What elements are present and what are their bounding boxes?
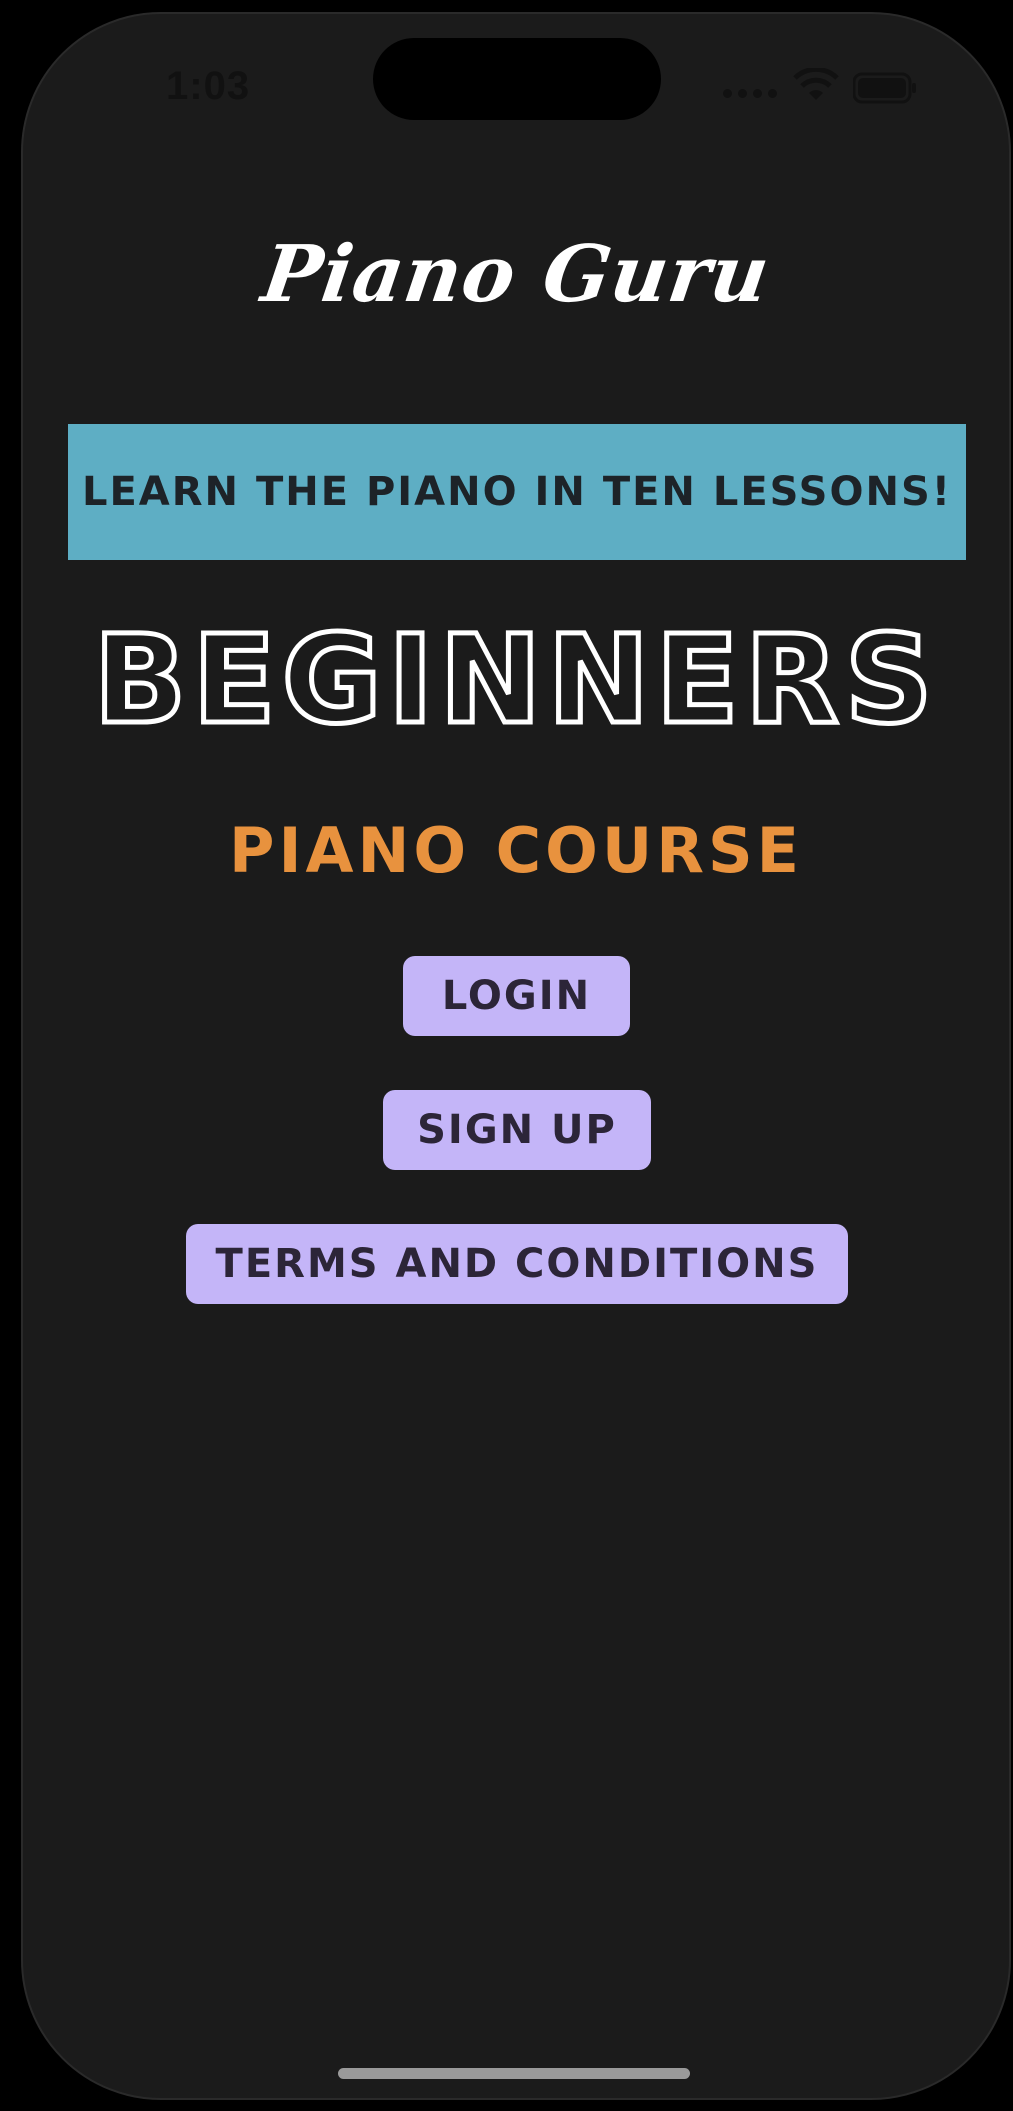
course-subtitle: Piano Course [229,814,803,887]
home-indicator[interactable] [338,2068,690,2079]
signal-icon [723,78,779,98]
login-button[interactable]: Login [403,956,630,1036]
status-time: 1:03 [166,64,251,108]
sign-up-button[interactable]: Sign Up [383,1090,651,1170]
dynamic-island [373,38,661,120]
phone-screen: 1:03 Piano Guru Learn the piano in ten l… [21,12,1011,2100]
app-title: Piano Guru [256,229,776,320]
headline: Beginners [91,607,939,754]
wifi-icon [793,68,839,100]
battery-icon [853,72,916,104]
terms-button[interactable]: Terms and Conditions [186,1224,848,1304]
status-bar: 1:03 [23,14,1009,144]
banner: Learn the piano in ten lessons! [68,424,966,560]
banner-text: Learn the piano in ten lessons! [81,469,952,515]
